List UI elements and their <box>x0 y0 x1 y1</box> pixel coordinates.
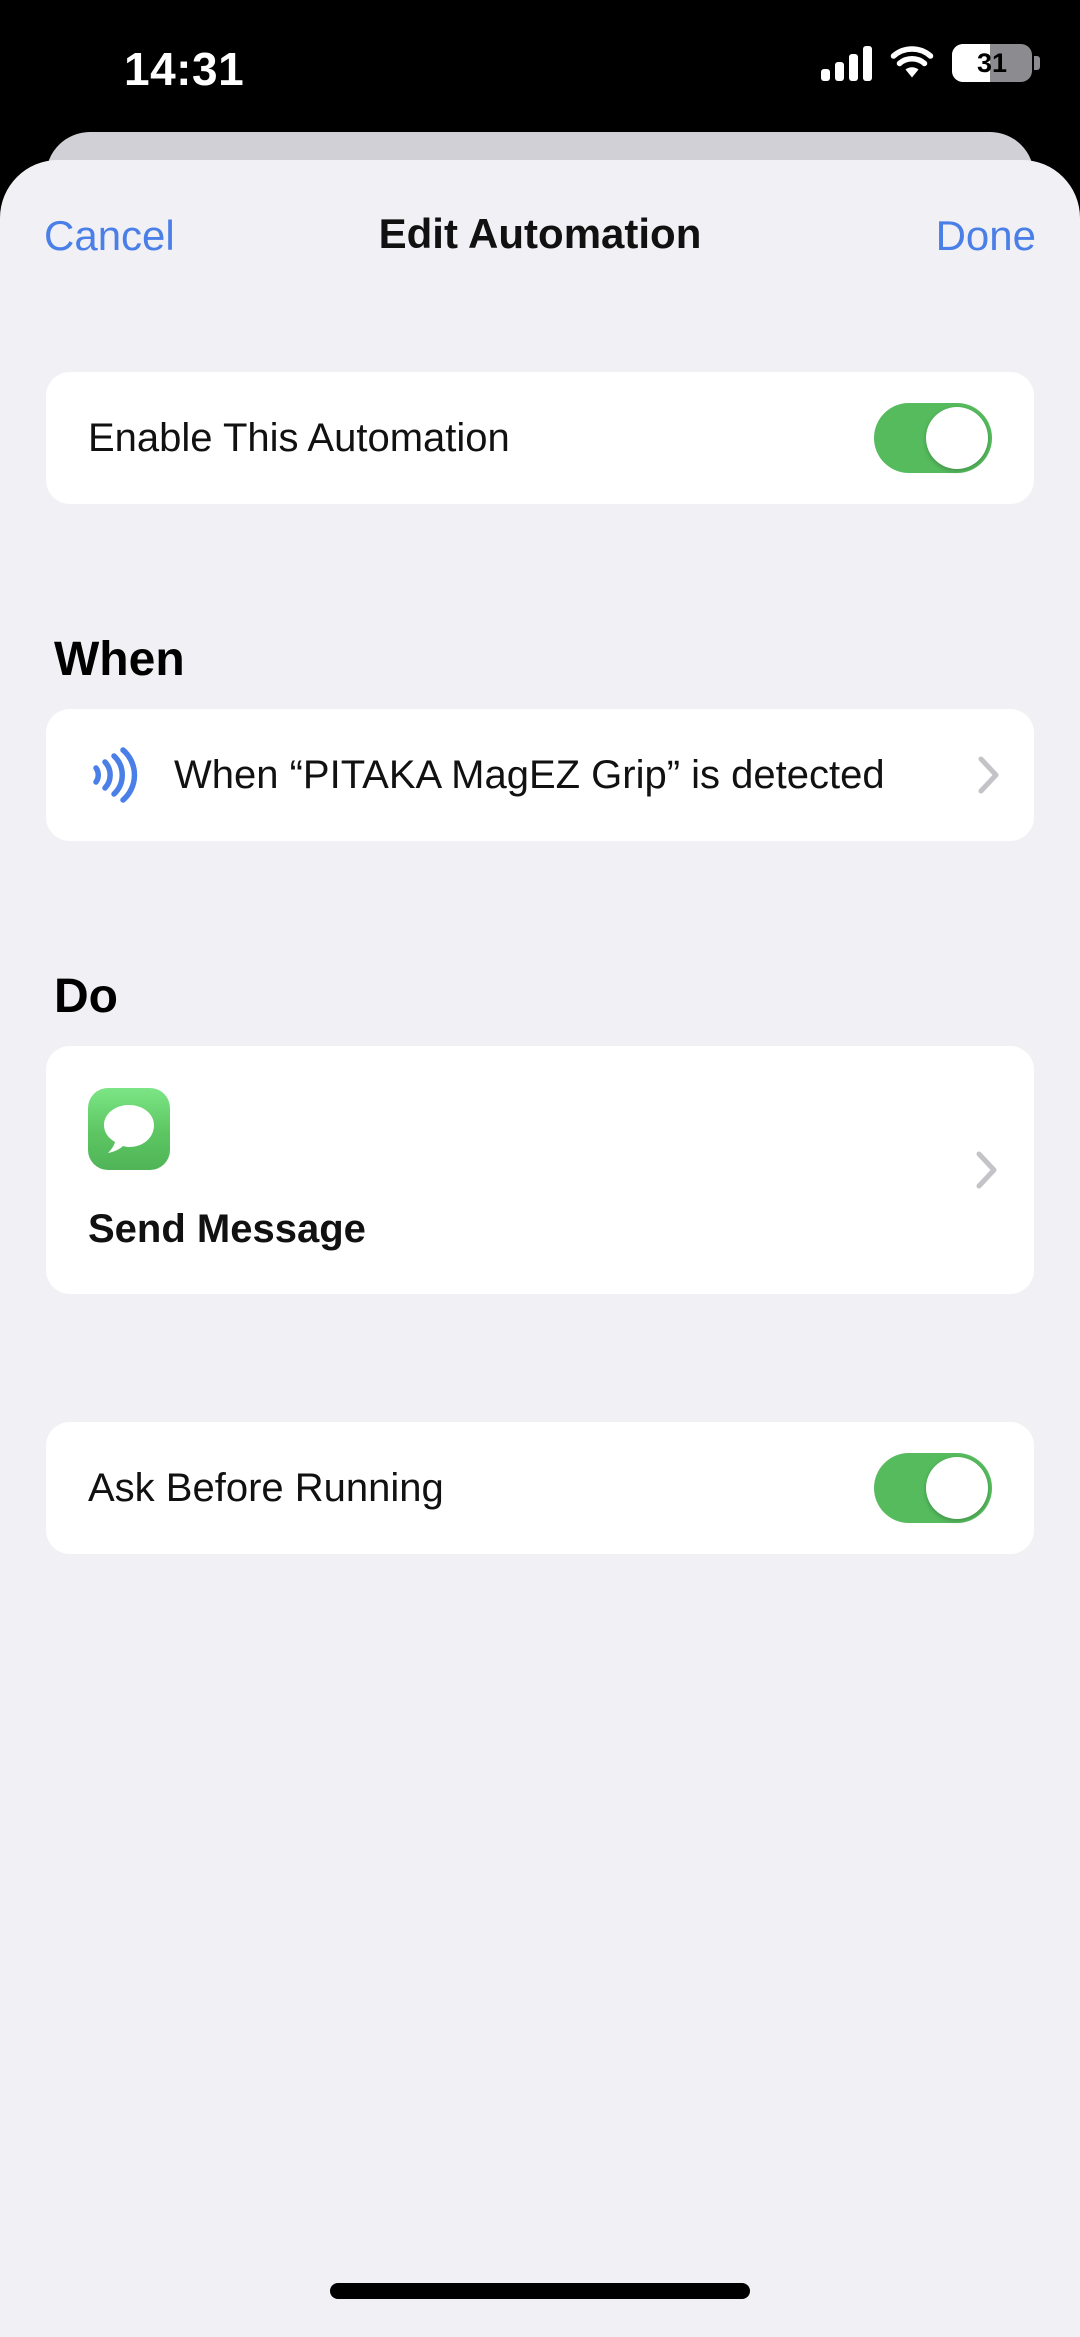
toggle-knob <box>926 1457 988 1519</box>
nfc-trigger-label: When “PITAKA MagEZ Grip” is detected <box>174 752 885 797</box>
send-message-action-card[interactable]: Send Message <box>46 1046 1034 1294</box>
enable-automation-row[interactable]: Enable This Automation <box>46 372 1034 504</box>
nfc-icon <box>93 747 138 803</box>
battery-icon: 31 <box>952 44 1040 82</box>
status-bar: 14:31 31 <box>0 0 1080 130</box>
page-title: Edit Automation <box>378 210 702 257</box>
when-trigger-card: When “PITAKA MagEZ Grip” is detected <box>46 709 1034 841</box>
status-bar-indicators: 31 <box>821 44 1040 82</box>
messages-app-icon <box>88 1088 170 1170</box>
chevron-right-icon <box>976 1151 997 1189</box>
ask-before-running-toggle[interactable] <box>874 1453 992 1523</box>
cellular-signal-icon <box>821 45 872 81</box>
toggle-knob <box>926 407 988 469</box>
sheet-content: Enable This Automation When When “PITAKA… <box>0 296 1080 1554</box>
enable-automation-toggle[interactable] <box>874 403 992 473</box>
done-button[interactable]: Done <box>936 212 1036 260</box>
nfc-trigger-row[interactable]: When “PITAKA MagEZ Grip” is detected <box>46 709 1034 841</box>
edit-automation-sheet: Cancel Edit Automation Done Enable This … <box>0 160 1080 2337</box>
iphone-screen: 14:31 31 Cancel Edit Automation Done Ena… <box>0 0 1080 2337</box>
navigation-bar: Cancel Edit Automation Done <box>0 160 1080 296</box>
speech-bubble-icon <box>104 1105 154 1153</box>
wifi-icon <box>890 46 934 78</box>
status-bar-clock: 14:31 <box>124 43 245 95</box>
home-indicator[interactable] <box>330 2283 750 2299</box>
battery-percent-label: 31 <box>976 47 1008 78</box>
ask-before-running-card: Ask Before Running <box>46 1422 1034 1554</box>
enable-automation-label: Enable This Automation <box>88 415 510 460</box>
ask-before-running-label: Ask Before Running <box>88 1465 444 1510</box>
do-section-title: Do <box>54 970 118 1023</box>
when-section-title: When <box>54 633 185 686</box>
chevron-right-icon <box>978 756 999 794</box>
send-message-label: Send Message <box>88 1207 366 1251</box>
enable-automation-card: Enable This Automation <box>46 372 1034 504</box>
ask-before-running-row[interactable]: Ask Before Running <box>46 1422 1034 1554</box>
